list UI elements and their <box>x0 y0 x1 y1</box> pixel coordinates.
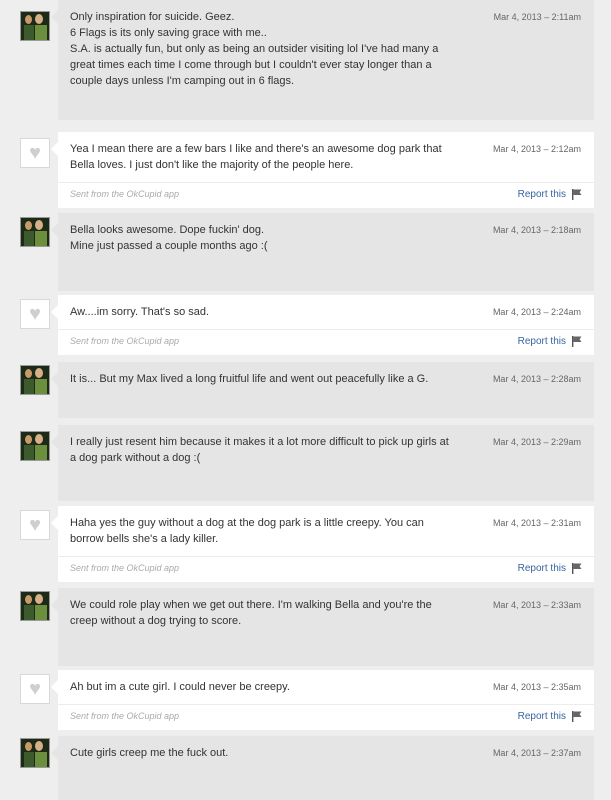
message-bubble: Only inspiration for suicide. Geez. 6 Fl… <box>51 0 594 120</box>
message-text: Aw....im sorry. That's so sad. <box>70 306 210 318</box>
user-avatar[interactable] <box>20 591 50 621</box>
report-button[interactable]: Report this <box>518 710 583 722</box>
flag-icon <box>572 189 582 200</box>
message-bubble: It is... But my Max lived a long fruitfu… <box>51 362 594 418</box>
message-text: It is... But my Max lived a long fruitfu… <box>70 373 429 385</box>
message-bubble: Aw....im sorry. That's so sad. Mar 4, 20… <box>51 295 594 355</box>
message-timestamp: Mar 4, 2013 – 2:11am <box>493 12 581 22</box>
message-text: Bella looks awesome. Dope fuckin' dog. M… <box>70 224 268 252</box>
message-timestamp: Mar 4, 2013 – 2:31am <box>492 518 581 528</box>
message-text: We could role play when we get out there… <box>70 599 432 627</box>
message-timestamp: Mar 4, 2013 – 2:29am <box>492 437 581 447</box>
flag-icon <box>572 336 582 347</box>
message-timestamp: Mar 4, 2013 – 2:18am <box>492 225 581 235</box>
sent-from-label: Sent from the OkCupid app <box>70 563 180 573</box>
message-bubble: I really just resent him because it make… <box>51 425 594 501</box>
message-timestamp: Mar 4, 2013 – 2:24am <box>492 307 581 317</box>
message-bubble: Cute girls creep me the fuck out. Mar 4,… <box>51 736 594 800</box>
sent-from-label: Sent from the OkCupid app <box>70 711 180 721</box>
message-bubble: Bella looks awesome. Dope fuckin' dog. M… <box>51 213 594 291</box>
message-timestamp: Mar 4, 2013 – 2:37am <box>492 748 581 758</box>
heart-icon: ♥ <box>20 674 50 704</box>
report-label: Report this <box>517 335 566 347</box>
heart-icon: ♥ <box>20 299 50 329</box>
report-button[interactable]: Report this <box>518 188 583 200</box>
message-footer: Sent from the OkCupid app Report this <box>58 182 594 208</box>
message-bubble: Yea I mean there are a few bars I like a… <box>51 132 594 208</box>
user-avatar[interactable] <box>20 365 50 395</box>
message-timestamp: Mar 4, 2013 – 2:33am <box>492 600 581 610</box>
report-button[interactable]: Report this <box>518 562 583 574</box>
message-bubble: Ah but im a cute girl. I could never be … <box>51 670 594 730</box>
message-timestamp: Mar 4, 2013 – 2:28am <box>492 374 581 384</box>
user-avatar[interactable] <box>20 431 50 461</box>
heart-icon: ♥ <box>20 138 50 168</box>
message-text: Cute girls creep me the fuck out. <box>70 747 229 759</box>
message-timestamp: Mar 4, 2013 – 2:35am <box>492 682 581 692</box>
user-avatar[interactable] <box>20 217 50 247</box>
sent-from-label: Sent from the OkCupid app <box>70 336 180 346</box>
message-bubble: We could role play when we get out there… <box>51 588 594 666</box>
report-label: Report this <box>517 710 566 722</box>
report-label: Report this <box>517 188 566 200</box>
message-footer: Sent from the OkCupid app Report this <box>58 556 594 582</box>
report-button[interactable]: Report this <box>518 335 583 347</box>
message-footer: Sent from the OkCupid app Report this <box>58 704 594 730</box>
message-thread: Only inspiration for suicide. Geez. 6 Fl… <box>0 0 611 800</box>
message-text: I really just resent him because it make… <box>70 436 449 464</box>
sent-from-label: Sent from the OkCupid app <box>70 189 180 199</box>
flag-icon <box>572 563 582 574</box>
user-avatar[interactable] <box>20 11 50 41</box>
heart-icon: ♥ <box>20 510 50 540</box>
message-timestamp: Mar 4, 2013 – 2:12am <box>492 144 581 154</box>
message-text: Yea I mean there are a few bars I like a… <box>70 143 442 171</box>
message-bubble: Haha yes the guy without a dog at the do… <box>51 506 594 582</box>
message-text: Haha yes the guy without a dog at the do… <box>70 517 424 545</box>
flag-icon <box>572 711 582 722</box>
report-label: Report this <box>517 562 566 574</box>
message-text: Only inspiration for suicide. Geez. 6 Fl… <box>70 11 439 87</box>
user-avatar[interactable] <box>20 738 50 768</box>
message-text: Ah but im a cute girl. I could never be … <box>70 681 290 693</box>
message-footer: Sent from the OkCupid app Report this <box>58 329 594 355</box>
